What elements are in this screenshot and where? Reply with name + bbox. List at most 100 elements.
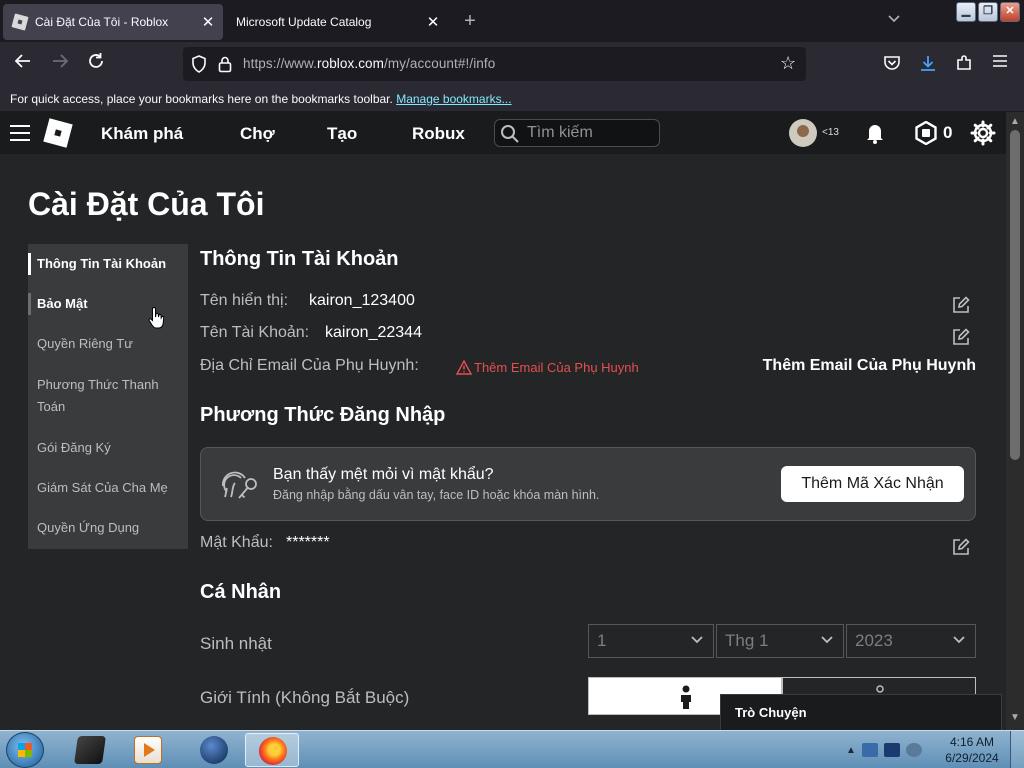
robux-icon[interactable] — [914, 121, 938, 145]
sidebar-item-privacy[interactable]: Quyền Riêng Tư — [28, 333, 188, 355]
chevron-down-icon — [821, 636, 833, 644]
globe-icon — [200, 736, 228, 764]
account-info-heading: Thông Tin Tài Khoản — [200, 248, 399, 270]
browser-tab-bar: Cài Đặt Của Tôi - Roblox ✕ Microsoft Upd… — [0, 0, 1024, 42]
display-name-label: Tên hiển thị: — [200, 292, 289, 309]
system-tray: ▲ — [846, 741, 922, 759]
taskbar-app-roblox-studio[interactable] — [63, 733, 117, 767]
avatar[interactable] — [789, 119, 817, 147]
settings-gear-icon[interactable] — [970, 120, 996, 146]
url-prefix: https://www. — [243, 56, 317, 71]
list-all-tabs-chevron-icon[interactable] — [884, 12, 904, 32]
nav-marketplace[interactable]: Chợ — [240, 124, 275, 144]
warning-triangle-icon — [455, 359, 473, 375]
address-bar[interactable]: https://www.roblox.com/my/account#!/info… — [183, 47, 806, 81]
pocket-icon[interactable] — [882, 54, 902, 74]
roblox-studio-icon — [74, 736, 106, 764]
hamburger-menu-icon[interactable] — [10, 125, 30, 141]
close-tab-icon[interactable]: ✕ — [422, 13, 444, 31]
edit-username-icon[interactable] — [952, 328, 970, 346]
taskbar-app-firefox[interactable] — [245, 733, 299, 767]
app-menu-icon[interactable] — [990, 54, 1010, 74]
search-input[interactable] — [527, 123, 655, 143]
nav-discover[interactable]: Khám phá — [101, 124, 183, 144]
password-label: Mật Khẩu: — [200, 534, 273, 551]
roblox-header: Khám phá Chợ Tạo Robux <13 0 — [0, 112, 1006, 154]
scrollbar-thumb[interactable] — [1010, 130, 1020, 460]
age-bracket-label: <13 — [822, 127, 839, 138]
edit-display-name-icon[interactable] — [952, 296, 970, 314]
taskbar-clock[interactable]: 4:16 AM 6/29/2024 — [944, 734, 1000, 766]
manage-bookmarks-link[interactable]: Manage bookmarks... — [396, 92, 511, 106]
page-scrollbar[interactable]: ▲ ▼ — [1006, 112, 1024, 730]
personal-heading: Cá Nhân — [200, 581, 282, 603]
tab-microsoft-update-catalog[interactable]: Microsoft Update Catalog ✕ — [226, 4, 448, 40]
back-arrow-icon[interactable] — [10, 52, 36, 78]
window-minimize-button[interactable]: ▁ — [956, 2, 976, 22]
tracking-protection-shield-icon[interactable] — [191, 55, 207, 73]
username-value: kairon_22344 — [325, 324, 422, 341]
taskbar-app-media-player[interactable] — [121, 733, 175, 767]
reload-icon[interactable] — [83, 52, 109, 78]
birthday-year-select[interactable]: 2023 — [846, 624, 976, 658]
female-person-icon — [876, 685, 884, 693]
sidebar-item-billing[interactable]: Phương Thức Thanh Toán — [28, 374, 178, 418]
firefox-icon — [259, 737, 287, 765]
edit-password-icon[interactable] — [952, 538, 970, 556]
media-player-icon — [134, 736, 162, 764]
bookmarks-hint: For quick access, place your bookmarks h… — [10, 92, 393, 106]
search-icon — [501, 125, 519, 143]
robux-balance[interactable]: 0 — [943, 123, 952, 143]
roblox-logo[interactable] — [43, 118, 73, 148]
browser-nav-bar: https://www.roblox.com/my/account#!/info… — [0, 42, 1024, 86]
close-tab-icon[interactable]: ✕ — [197, 13, 219, 31]
new-tab-button[interactable]: + — [458, 10, 482, 34]
extensions-icon[interactable] — [954, 54, 974, 74]
tab-roblox-settings[interactable]: Cài Đặt Của Tôi - Roblox ✕ — [3, 4, 223, 40]
chevron-down-icon — [691, 636, 703, 644]
taskbar-app-globe[interactable] — [187, 733, 241, 767]
birthday-day-value: 1 — [597, 631, 607, 650]
chat-bar[interactable]: Trò Chuyện — [720, 694, 1002, 730]
birthday-day-select[interactable]: 1 — [588, 624, 714, 658]
sidebar-item-subscriptions[interactable]: Gói Đăng Ký — [28, 437, 188, 459]
scroll-down-arrow-icon[interactable]: ▼ — [1010, 712, 1020, 723]
passkey-promo-card: Bạn thấy mệt mỏi vì mật khẩu? Đăng nhập … — [200, 447, 976, 521]
parent-email-label: Địa Chỉ Email Của Phụ Huynh: — [200, 357, 419, 374]
volume-tray-icon[interactable] — [905, 743, 922, 757]
bookmarks-toolbar: For quick access, place your bookmarks h… — [0, 86, 1024, 112]
window-close-button[interactable]: ✕ — [1000, 2, 1020, 22]
downloads-icon[interactable] — [918, 54, 938, 74]
display-tray-icon[interactable] — [883, 743, 900, 757]
chevron-down-icon — [953, 636, 965, 644]
clock-time: 4:16 AM — [949, 735, 995, 749]
settings-page: Cài Đặt Của Tôi Thông Tin Tài Khoản Bảo … — [0, 154, 1006, 730]
start-button[interactable] — [6, 732, 44, 768]
password-value: ******* — [286, 534, 330, 551]
scroll-up-arrow-icon[interactable]: ▲ — [1010, 116, 1020, 127]
tab-title: Cài Đặt Của Tôi - Roblox — [35, 15, 169, 29]
screen: Cài Đặt Của Tôi - Roblox ✕ Microsoft Upd… — [0, 0, 1024, 768]
network-tray-icon[interactable] — [861, 743, 878, 757]
nav-create[interactable]: Tạo — [327, 124, 357, 144]
sidebar-item-app-permissions[interactable]: Quyền Ứng Dụng — [28, 517, 188, 539]
notification-bell-icon[interactable] — [863, 121, 887, 145]
search-box[interactable] — [494, 119, 660, 147]
add-passkey-button[interactable]: Thêm Mã Xác Nhận — [781, 466, 964, 502]
add-parent-email-button[interactable]: Thêm Email Của Phụ Huynh — [763, 357, 976, 375]
parent-email-warning-text: Thêm Email Của Phụ Huynh — [474, 360, 639, 375]
birthday-month-select[interactable]: Thg 1 — [716, 624, 844, 658]
show-hidden-icons-chevron-icon[interactable]: ▲ — [846, 745, 856, 756]
lock-icon[interactable] — [217, 55, 233, 73]
nav-robux[interactable]: Robux — [412, 124, 465, 144]
bookmark-star-icon[interactable]: ☆ — [780, 54, 800, 74]
show-desktop-button[interactable] — [1010, 731, 1024, 768]
window-restore-button[interactable]: ❐ — [978, 2, 998, 22]
windows-taskbar: ▲ 4:16 AM 6/29/2024 — [0, 730, 1024, 768]
birthday-month-value: Thg 1 — [725, 631, 769, 650]
sidebar-item-parental-controls[interactable]: Giám Sát Của Cha Mẹ — [28, 477, 188, 499]
forward-arrow-icon[interactable] — [47, 52, 73, 78]
sidebar-item-account-info[interactable]: Thông Tin Tài Khoản — [28, 253, 188, 275]
url-text[interactable]: https://www.roblox.com/my/account#!/info — [243, 56, 495, 71]
url-host: roblox.com — [316, 56, 385, 71]
